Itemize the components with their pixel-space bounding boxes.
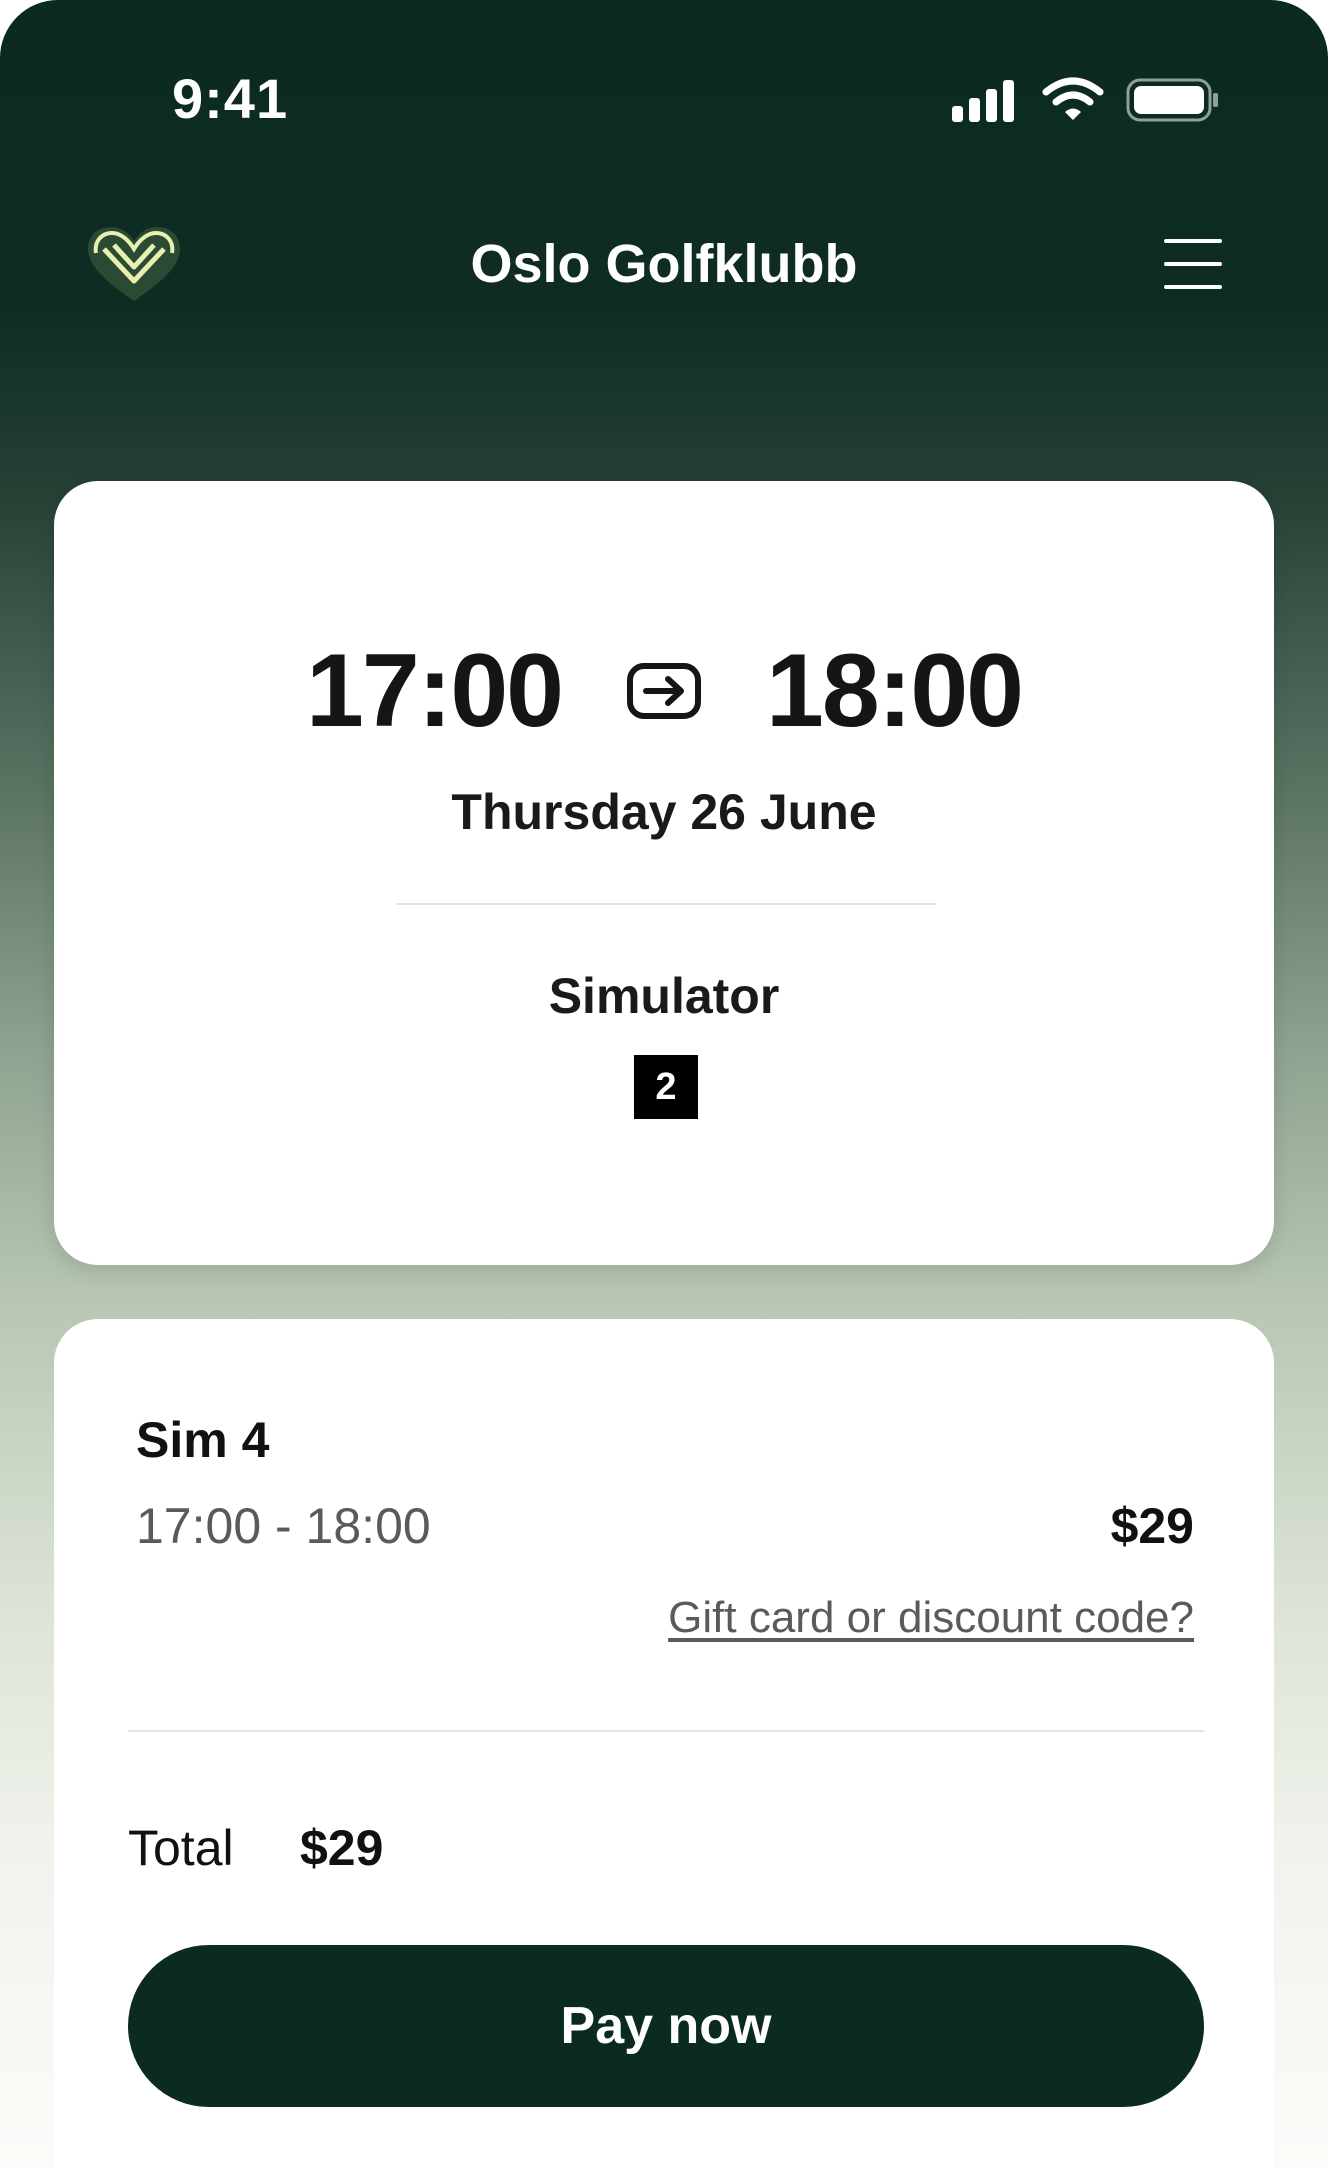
battery-icon <box>1126 78 1218 122</box>
booking-details-card: 17:00 18:00 Thursday 26 June Simulator 2 <box>54 481 1274 1265</box>
line-item-time: 17:00 - 18:00 <box>136 1498 431 1554</box>
pay-now-button[interactable]: Pay now <box>128 1945 1204 2107</box>
discount-code-link[interactable]: Gift card or discount code? <box>668 1593 1194 1643</box>
app-header: Oslo Golfklubb <box>0 215 1328 315</box>
line-item-name: Sim 4 <box>136 1412 270 1468</box>
status-bar: 9:41 <box>0 0 1328 200</box>
line-item-price: $29 <box>1110 1498 1194 1554</box>
booking-date: Thursday 26 June <box>451 784 877 840</box>
order-summary-card: Sim 4 17:00 - 18:00 $29 Gift card or dis… <box>54 1319 1274 2168</box>
time-range: 17:00 18:00 <box>54 631 1274 751</box>
divider <box>128 1730 1204 1732</box>
start-time: 17:00 <box>306 632 564 749</box>
total-value: $29 <box>300 1820 384 1876</box>
app-screen: 9:41 Oslo Golfklubb 17:00 18:00 Thursday… <box>0 0 1328 2168</box>
divider <box>396 903 936 905</box>
signal-icon <box>952 80 1014 122</box>
arrow-right-icon <box>627 663 701 719</box>
wifi-icon <box>1042 77 1104 120</box>
hamburger-menu-icon[interactable] <box>1164 239 1222 289</box>
total-label: Total <box>128 1820 234 1876</box>
status-time: 9:41 <box>172 67 289 130</box>
club-title: Oslo Golfklubb <box>470 234 858 294</box>
resource-number-badge: 2 <box>634 1055 698 1119</box>
resource-type: Simulator <box>548 968 780 1024</box>
end-time: 18:00 <box>766 632 1024 749</box>
